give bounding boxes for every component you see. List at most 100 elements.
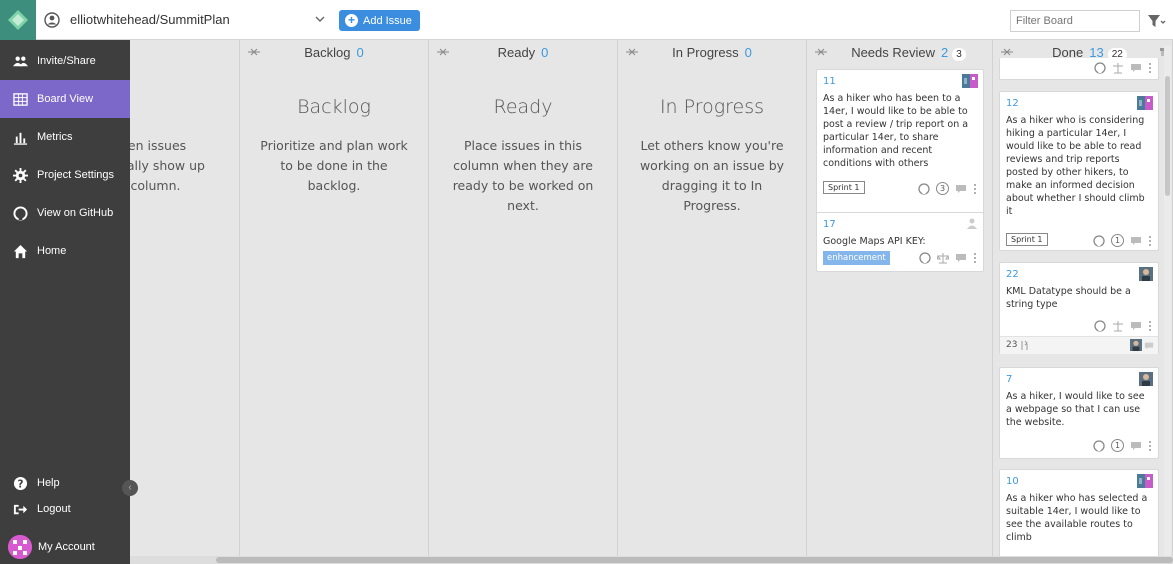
empty-description: Let others know you're working on an iss… bbox=[639, 138, 785, 213]
issue-card[interactable]: 17 Google Maps API KEY: enhancement bbox=[816, 212, 984, 272]
pull-request-icon bbox=[1021, 340, 1028, 350]
scale-icon[interactable] bbox=[1112, 62, 1124, 74]
more-icon[interactable] bbox=[1148, 235, 1152, 247]
issue-card[interactable]: 7 As a hiker, I would like to see a webp… bbox=[999, 367, 1159, 459]
issue-title: As a hiker who is considering hiking a p… bbox=[1006, 115, 1145, 217]
sidebar-item-view-on-github[interactable]: View on GitHub bbox=[0, 194, 130, 232]
more-icon[interactable] bbox=[1148, 440, 1152, 452]
comment-icon[interactable] bbox=[955, 183, 967, 195]
sidebar-item-my-account[interactable]: My Account bbox=[0, 530, 130, 564]
sidebar: Invite/Share Board View Metrics Project … bbox=[0, 40, 130, 564]
sprint-label[interactable]: Sprint 1 bbox=[1006, 233, 1048, 246]
more-icon[interactable] bbox=[1148, 62, 1152, 74]
comment-icon[interactable] bbox=[1130, 62, 1142, 74]
assignee-avatar[interactable] bbox=[1137, 96, 1153, 110]
sidebar-item-label: Project Settings bbox=[37, 169, 115, 181]
issue-title: As a hiker who has selected a suitable 1… bbox=[1006, 493, 1148, 543]
logo-icon bbox=[8, 10, 28, 30]
bar-chart-icon bbox=[12, 129, 28, 145]
assignee-avatar[interactable] bbox=[962, 74, 978, 88]
column-count: 0 bbox=[744, 45, 752, 60]
estimate-badge[interactable]: 3 bbox=[936, 182, 949, 195]
column-header[interactable]: In Progress 0 bbox=[618, 40, 806, 66]
column-header[interactable]: Needs Review 2 3 bbox=[807, 40, 992, 66]
assignee-avatar[interactable] bbox=[1139, 267, 1153, 281]
sidebar-item-board-view[interactable]: Board View bbox=[0, 80, 130, 118]
comment-icon[interactable] bbox=[955, 252, 967, 264]
issue-card-partial[interactable] bbox=[999, 58, 1159, 80]
github-icon[interactable] bbox=[1093, 439, 1105, 452]
issue-card[interactable]: 10 As a hiker who has selected a suitabl… bbox=[999, 469, 1159, 559]
more-icon[interactable] bbox=[973, 252, 977, 264]
column-header[interactable]: Ready 0 bbox=[429, 40, 617, 66]
column-title: Ready bbox=[497, 45, 536, 60]
comment-icon[interactable] bbox=[1130, 235, 1142, 247]
app-logo[interactable] bbox=[0, 0, 36, 40]
issue-number[interactable]: 7 bbox=[1006, 374, 1012, 385]
issue-card[interactable]: 22 KML Datatype should be a string type … bbox=[999, 262, 1159, 354]
assignee-avatar[interactable] bbox=[1139, 372, 1153, 386]
plus-icon: + bbox=[345, 14, 358, 27]
github-icon[interactable] bbox=[1094, 320, 1106, 332]
add-issue-button[interactable]: + Add Issue bbox=[339, 10, 420, 31]
vertical-scrollbar[interactable] bbox=[1164, 46, 1171, 556]
sidebar-item-project-settings[interactable]: Project Settings bbox=[0, 156, 130, 194]
sidebar-item-label: Board View bbox=[37, 93, 94, 105]
sub-issue-number[interactable]: 23 bbox=[1006, 340, 1017, 350]
github-icon[interactable] bbox=[1094, 62, 1106, 74]
issue-number[interactable]: 11 bbox=[823, 76, 836, 87]
column-title: Needs Review bbox=[851, 45, 936, 60]
sidebar-item-metrics[interactable]: Metrics bbox=[0, 118, 130, 156]
more-icon[interactable] bbox=[973, 183, 977, 195]
github-icon[interactable] bbox=[918, 182, 930, 195]
assignee-avatar[interactable] bbox=[1137, 474, 1153, 488]
repo-selector[interactable]: elliotwhitehead/SummitPlan bbox=[70, 12, 230, 27]
scrollbar-thumb[interactable] bbox=[216, 557, 1173, 563]
sidebar-item-logout[interactable]: Logout bbox=[0, 491, 130, 527]
more-icon[interactable] bbox=[1148, 320, 1152, 332]
sidebar-item-label: Home bbox=[37, 245, 67, 257]
github-icon bbox=[12, 205, 28, 221]
label-enhancement[interactable]: enhancement bbox=[823, 251, 890, 265]
issue-number[interactable]: 12 bbox=[1006, 98, 1019, 109]
filter-icon[interactable] bbox=[1146, 12, 1166, 30]
filter-board-input[interactable] bbox=[1010, 10, 1140, 32]
sidebar-item-label: Logout bbox=[37, 503, 71, 515]
issue-card[interactable]: 12 As a hiker who is considering hiking … bbox=[999, 91, 1159, 251]
unassigned-user-icon[interactable] bbox=[966, 217, 978, 229]
assignee-avatar[interactable] bbox=[1130, 339, 1142, 351]
issue-number[interactable]: 17 bbox=[823, 219, 836, 230]
column-ready: Ready 0 Ready Place issues in this column… bbox=[429, 40, 618, 556]
sidebar-item-label: Metrics bbox=[37, 131, 73, 143]
comment-icon[interactable] bbox=[1144, 341, 1154, 351]
card-footer: enhancement bbox=[823, 251, 977, 267]
sidebar-item-label: Help bbox=[37, 477, 60, 489]
issue-title: As a hiker, I would like to see a webpag… bbox=[1006, 391, 1145, 428]
card-footer: Sprint 1 1 bbox=[1006, 233, 1152, 249]
github-icon[interactable] bbox=[919, 252, 931, 264]
issue-number[interactable]: 22 bbox=[1006, 269, 1019, 280]
chevron-down-icon[interactable] bbox=[314, 13, 326, 25]
estimate-badge[interactable]: 1 bbox=[1111, 439, 1124, 452]
card-footer: Sprint 1 3 bbox=[823, 181, 977, 197]
sprint-label[interactable]: Sprint 1 bbox=[823, 181, 865, 194]
scale-icon[interactable] bbox=[937, 252, 949, 264]
column-in-progress: In Progress 0 In Progress Let others know… bbox=[618, 40, 807, 556]
column-header[interactable]: Backlog 0 bbox=[240, 40, 428, 66]
sidebar-item-home[interactable]: Home bbox=[0, 232, 130, 270]
github-icon[interactable] bbox=[1093, 234, 1105, 247]
zenhub-board-app: elliotwhitehead/SummitPlan + Add Issue n… bbox=[0, 0, 1173, 564]
comment-icon[interactable] bbox=[1130, 320, 1142, 332]
gear-icon bbox=[12, 167, 28, 183]
sidebar-collapse-button[interactable]: ‹ bbox=[122, 480, 138, 496]
scale-icon[interactable] bbox=[1112, 320, 1124, 332]
sub-issue-bar[interactable]: 23 bbox=[1000, 336, 1158, 354]
comment-icon[interactable] bbox=[1130, 440, 1142, 452]
scrollbar-thumb[interactable] bbox=[1165, 76, 1170, 196]
horizontal-scrollbar[interactable] bbox=[130, 556, 1173, 564]
issue-number[interactable]: 10 bbox=[1006, 476, 1019, 487]
column-done: Done 13 22 12 As a hiker who is considerin… bbox=[993, 40, 1173, 559]
empty-description: pen issues cally show up s column. bbox=[120, 138, 205, 193]
estimate-badge[interactable]: 1 bbox=[1111, 234, 1124, 247]
sidebar-item-invite-share[interactable]: Invite/Share bbox=[0, 42, 130, 80]
